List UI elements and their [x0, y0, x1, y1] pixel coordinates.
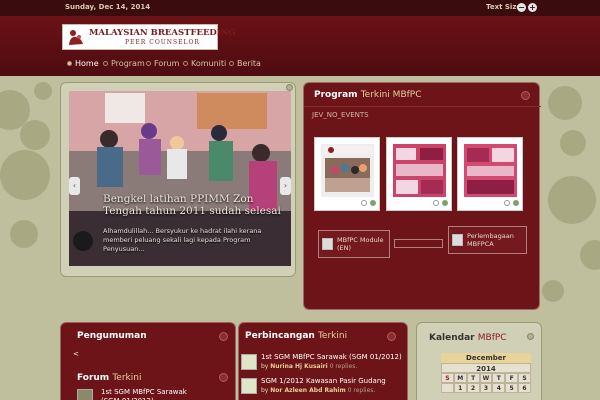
- discussion-topic-link[interactable]: SGM 1/2012 Kawasan Pasir Gudang: [261, 377, 386, 386]
- slide[interactable]: ‹ › Bengkel latihan PPIMM Zon Tengah tah…: [69, 91, 291, 266]
- calendar-day[interactable]: 2: [466, 383, 480, 393]
- main-nav: Home Program Forum Komuniti Berita: [0, 56, 600, 72]
- panel-title: Pengumuman: [77, 331, 147, 341]
- panel-header: Program Terkini MBfPC: [304, 83, 541, 107]
- weekday-header-row: S M T W T F S: [441, 373, 531, 383]
- panel-toggle-icon[interactable]: [286, 84, 293, 91]
- bullet-icon: [183, 61, 188, 66]
- bullet-icon: [229, 61, 234, 66]
- program-thumbnail[interactable]: [457, 137, 523, 211]
- panel-toggle-icon[interactable]: [219, 332, 228, 341]
- link-icon[interactable]: [513, 200, 519, 206]
- program-poster: [393, 144, 446, 197]
- text-size-label: Text Size: [486, 3, 522, 11]
- download-module-en[interactable]: MBfPC Module (EN): [318, 230, 390, 258]
- logo-title: MALAYSIAN BREASTFEEDING: [89, 28, 236, 38]
- mother-child-logo-icon: [69, 30, 83, 45]
- logo-subtitle: PEER COUNSELOR: [125, 39, 200, 46]
- calendar-day[interactable]: 3: [479, 383, 493, 393]
- nav-item-program[interactable]: Program: [103, 59, 145, 68]
- panel-header: Forum Terkini: [61, 365, 235, 387]
- discussion-meta: by Nurina Hj Kusairi 0 replies.: [261, 363, 358, 370]
- bullet-icon: [146, 61, 151, 66]
- avatar: [77, 389, 93, 400]
- link-icon[interactable]: [442, 200, 448, 206]
- announcements-panel: Pengumuman < Forum Terkini 1st SGM MBfPC…: [60, 322, 236, 400]
- top-bar: Sunday, Dec 14, 2014 Text Size − +: [0, 0, 600, 16]
- panel-toggle-icon[interactable]: [527, 333, 534, 340]
- nav-item-forum[interactable]: Forum: [146, 59, 179, 68]
- program-panel: Program Terkini MBfPC JEV_NO_EVENTS MBfP…: [303, 82, 541, 310]
- program-photo: [321, 144, 374, 197]
- panel-title: Perbincangan Terkini: [245, 331, 348, 341]
- site-logo[interactable]: MALAYSIAN BREASTFEEDING PEER COUNSELOR: [62, 24, 236, 50]
- panel-header: Pengumuman: [61, 323, 235, 345]
- decrease-text-size-button[interactable]: −: [517, 3, 526, 12]
- panel-header: Perbincangan Terkini: [239, 323, 407, 345]
- forum-topic-link[interactable]: 1st SGM MBfPC Sarawak (SGM 01/2012): [101, 388, 201, 400]
- calendar-year: 2014: [441, 363, 531, 373]
- featured-slideshow: ‹ › Bengkel latihan PPIMM Zon Tengah tah…: [60, 82, 296, 277]
- increase-text-size-button[interactable]: +: [528, 3, 537, 12]
- previous-slide-button[interactable]: ‹: [69, 177, 80, 195]
- calendar-day[interactable]: 6: [518, 383, 531, 393]
- panel-title: Forum Terkini: [77, 373, 142, 383]
- bullet-icon: [103, 61, 108, 66]
- discussion-topic-link[interactable]: 1st SGM MBfPC Sarawak (SGM 01/2012): [261, 353, 402, 362]
- panel-title: Program Terkini MBfPC: [314, 90, 422, 100]
- document-icon: [452, 234, 463, 246]
- bullet-icon: [67, 61, 72, 66]
- nav-item-berita[interactable]: Berita: [229, 59, 261, 68]
- program-thumbnail[interactable]: [314, 137, 380, 211]
- zoom-icon[interactable]: [361, 200, 367, 206]
- panel-toggle-icon[interactable]: [521, 91, 530, 100]
- user-avatar-icon: [241, 378, 257, 394]
- panel-toggle-icon[interactable]: [219, 373, 228, 382]
- calendar-grid: December 2014 S M T W T F S 1 2 3 4 5 6: [441, 353, 531, 393]
- discussion-meta: by Nor Azleen Abd Rahim 0 replies.: [261, 387, 376, 394]
- calendar-panel: Kalendar MBfPC December 2014 S M T W T F…: [416, 322, 542, 400]
- program-poster: [464, 144, 517, 197]
- panel-toggle-icon[interactable]: [387, 332, 396, 341]
- panel-title: Kalendar MBfPC: [429, 333, 507, 343]
- calendar-week-row: 1 2 3 4 5 6: [441, 383, 531, 393]
- calendar-month: December: [441, 353, 531, 363]
- calendar-day[interactable]: 4: [492, 383, 506, 393]
- announcement-content: <: [73, 350, 79, 358]
- nav-item-komuniti[interactable]: Komuniti: [183, 59, 226, 68]
- program-thumbnail[interactable]: [386, 137, 452, 211]
- link-icon[interactable]: [370, 200, 376, 206]
- document-icon: [322, 238, 333, 250]
- discussion-panel: Perbincangan Terkini 1st SGM MBfPC Saraw…: [238, 322, 408, 400]
- calendar-day[interactable]: 1: [453, 383, 467, 393]
- download-perlembagaan[interactable]: Perlembagaan MBFPCA: [448, 226, 527, 254]
- nav-item-home[interactable]: Home: [67, 59, 99, 68]
- events-placeholder: JEV_NO_EVENTS: [312, 111, 369, 119]
- slide-excerpt: Alhamdulillah... Bersyukur ke hadrat ila…: [103, 227, 262, 253]
- current-date: Sunday, Dec 14, 2014: [65, 3, 151, 11]
- slide-title[interactable]: Bengkel latihan PPIMM Zon Tengah tahun 2…: [103, 193, 283, 217]
- zoom-icon[interactable]: [504, 200, 510, 206]
- user-avatar-icon: [241, 354, 257, 370]
- zoom-icon[interactable]: [433, 200, 439, 206]
- empty-module-slot: [394, 239, 443, 248]
- calendar-day[interactable]: 5: [505, 383, 519, 393]
